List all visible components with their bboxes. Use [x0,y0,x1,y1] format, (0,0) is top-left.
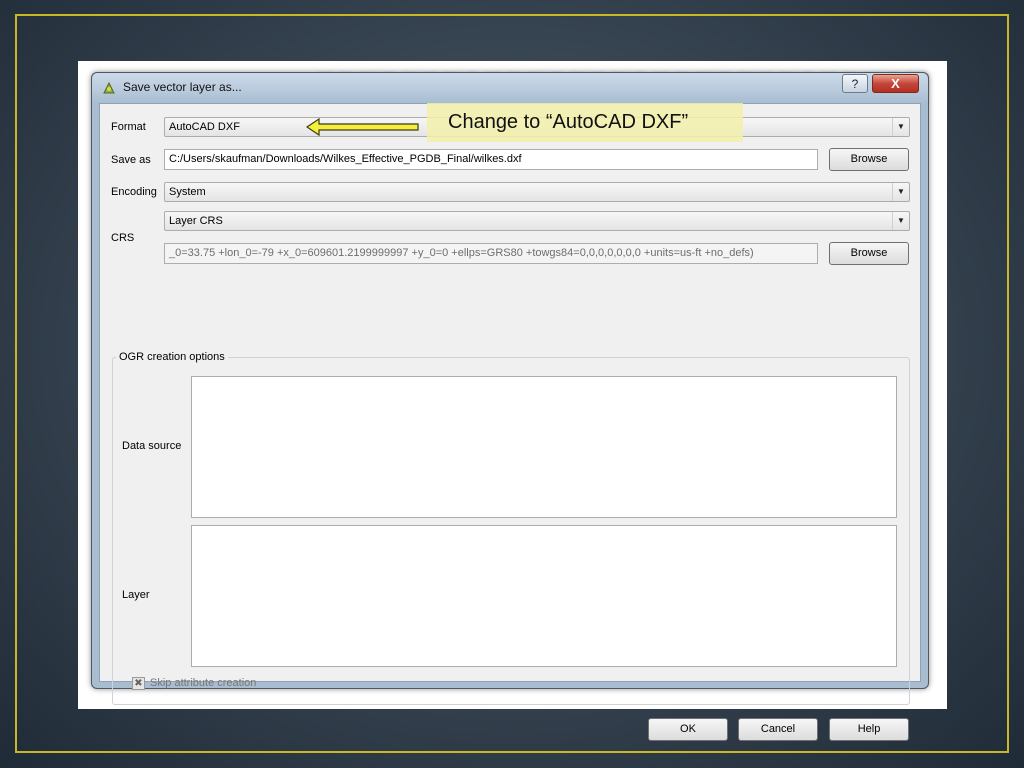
dialog-body: Format AutoCAD DXF ▼ Save as C:/Users/sk… [99,103,921,741]
crs-proj-field: _0=33.75 +lon_0=-79 +x_0=609601.21999999… [164,243,818,264]
help-button[interactable]: Help [829,718,909,741]
chevron-down-icon: ▼ [892,183,909,201]
format-label: Format [111,121,146,133]
layer-textarea[interactable] [191,525,897,667]
datasource-textarea[interactable] [191,376,897,518]
encoding-label: Encoding [111,186,157,198]
saveas-input[interactable]: C:/Users/skaufman/Downloads/Wilkes_Effec… [164,149,818,170]
saveas-label: Save as [111,154,151,166]
ogr-group-title: OGR creation options [116,351,228,363]
ok-button[interactable]: OK [648,718,728,741]
left-arrow-icon [306,117,419,137]
format-value: AutoCAD DXF [169,121,240,133]
qgis-icon [103,81,115,94]
skip-attribute-label: Skip attribute creation [150,677,257,689]
dialog-title: Save vector layer as... [123,80,242,94]
save-vector-dialog: Save vector layer as... ? X Format AutoC… [91,72,929,741]
crs-value: Layer CRS [169,215,223,227]
annotation-callout-text: Change to “AutoCAD DXF” [448,111,689,133]
crs-label: CRS [111,232,135,244]
datasource-label: Data source [122,440,182,452]
chevron-down-icon: ▼ [892,212,909,230]
browse-button[interactable]: Browse [829,148,909,171]
chevron-down-icon: ▼ [892,118,909,136]
cancel-button[interactable]: Cancel [738,718,818,741]
encoding-value: System [169,186,206,198]
crs-select[interactable]: Layer CRS ▼ [164,211,910,231]
encoding-select[interactable]: System ▼ [164,182,910,202]
skip-attribute-checkbox[interactable]: ✖ [132,677,145,690]
title-bar[interactable]: Save vector layer as... ? X [92,73,928,103]
layer-label: Layer [122,589,150,601]
help-title-button[interactable]: ? [842,74,868,93]
close-button[interactable]: X [872,74,919,93]
crs-browse-button[interactable]: Browse [829,242,909,265]
